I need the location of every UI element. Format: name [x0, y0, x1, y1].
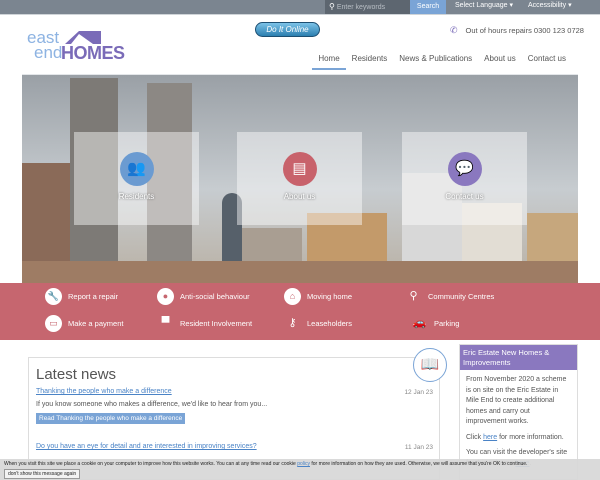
- quick-link-parking[interactable]: 🚗 Parking: [411, 315, 460, 332]
- top-bar: ⚲ Enter keywords Search Select Language ▾…: [0, 0, 600, 15]
- cookie-banner: When you visit this site we place a cook…: [0, 459, 600, 480]
- dismiss-cookie-button[interactable]: don't show this message again: [4, 469, 81, 479]
- out-of-hours-text: Out of hours repairs 0300 123 0728: [465, 26, 584, 35]
- cookie-text: When you visit this site we place a cook…: [4, 461, 298, 467]
- sidebar-text: Click here for more information.: [466, 433, 571, 444]
- card-icon: ▭: [45, 315, 62, 332]
- quick-link-label: Make a payment: [68, 319, 124, 328]
- card-label: Residents: [118, 192, 155, 201]
- chat-bubbles-icon: ▀: [161, 317, 170, 329]
- news-item-link[interactable]: Do you have an eye for detail and are in…: [36, 443, 257, 450]
- quick-link-label: Anti-social behaviour: [180, 292, 250, 301]
- users-icon: 👥: [119, 152, 154, 186]
- quick-link-label: Leaseholders: [307, 319, 353, 328]
- quick-links: 🔧 Report a repair ● Anti-social behaviour …: [0, 283, 600, 340]
- cookie-policy-link[interactable]: policy: [297, 461, 310, 467]
- do-it-online-button[interactable]: Do It Online: [255, 22, 320, 37]
- quick-link-leaseholders[interactable]: ⚷ Leaseholders: [284, 315, 352, 332]
- quick-link-label: Parking: [434, 319, 460, 328]
- search-button[interactable]: Search: [410, 0, 446, 14]
- quick-link-payment[interactable]: ▭ Make a payment: [45, 315, 123, 332]
- quick-link-label: Report a repair: [68, 292, 119, 301]
- out-of-hours: ✆ Out of hours repairs 0300 123 0728: [450, 25, 584, 36]
- car-icon: 🚗: [412, 317, 427, 329]
- news-item-summary: If you know someone who makes a differen…: [36, 401, 268, 408]
- nav-residents[interactable]: Residents: [346, 54, 394, 70]
- quick-link-label: Community Centres: [428, 292, 495, 301]
- roof-icon: [65, 31, 101, 44]
- speech-icon: ●: [157, 288, 174, 305]
- cookie-text: for more information on how they are use…: [310, 461, 528, 467]
- chat-icon: 💬: [447, 152, 482, 186]
- sidebar-text: From November 2020 a scheme is on site o…: [466, 376, 567, 425]
- document-icon: ▤: [282, 152, 317, 186]
- key-icon: ⚷: [288, 317, 297, 329]
- logo-end: end: [34, 43, 63, 62]
- quick-link-community-centres[interactable]: ⚲ Community Centres: [405, 288, 494, 305]
- book-icon: 📖: [413, 348, 447, 382]
- news-item-link[interactable]: Thanking the people who make a differenc…: [36, 388, 172, 395]
- quick-link-label: Resident Involvement: [180, 319, 253, 328]
- main-nav: Home Residents News & Publications About…: [312, 54, 572, 70]
- quick-link-moving-home[interactable]: ⌂ Moving home: [284, 288, 352, 305]
- quick-link-involvement[interactable]: ▀ Resident Involvement: [157, 315, 253, 332]
- map-pin-icon: ⚲: [409, 290, 418, 302]
- hero-card-contact[interactable]: 💬 Contact us: [402, 132, 527, 225]
- accessibility-menu[interactable]: Accessibility ▾: [528, 0, 572, 12]
- here-link[interactable]: here: [483, 434, 497, 441]
- language-label: Select Language: [455, 2, 508, 9]
- nav-about[interactable]: About us: [478, 54, 522, 70]
- accessibility-label: Accessibility: [528, 2, 567, 9]
- search-input[interactable]: ⚲ Enter keywords: [325, 0, 410, 14]
- news-item-date: 11 Jan 23: [404, 444, 433, 451]
- text: Click: [466, 433, 484, 441]
- search-icon: ⚲: [329, 2, 335, 11]
- phone-icon: ✆: [450, 25, 458, 35]
- nav-contact[interactable]: Contact us: [522, 54, 572, 70]
- logo-homes: HOMES: [61, 43, 125, 63]
- news-title: Latest news: [36, 366, 117, 383]
- nav-news[interactable]: News & Publications: [393, 54, 478, 70]
- hero-card-residents[interactable]: 👥 Residents: [74, 132, 199, 225]
- card-label: About us: [283, 192, 316, 201]
- card-label: Contact us: [445, 192, 484, 201]
- read-more-button[interactable]: Read Thanking the people who make a diff…: [36, 413, 186, 424]
- text: for more information.: [497, 433, 564, 441]
- logo[interactable]: east end HOMES: [27, 29, 137, 65]
- hero-image: 👥 Residents ▤ About us 💬 Contact us: [22, 75, 578, 283]
- quick-link-asb[interactable]: ● Anti-social behaviour: [157, 288, 250, 305]
- nav-home[interactable]: Home: [312, 54, 346, 70]
- sidebar-heading[interactable]: Eric Estate New Homes & Improvements: [460, 345, 577, 370]
- home-icon: ⌂: [284, 288, 301, 305]
- wrench-icon: 🔧: [45, 288, 62, 305]
- news-item-date: 12 Jan 23: [404, 389, 433, 396]
- quick-link-report-repair[interactable]: 🔧 Report a repair: [45, 288, 118, 305]
- hero-card-about[interactable]: ▤ About us: [237, 132, 362, 225]
- quick-link-label: Moving home: [307, 292, 353, 301]
- search-placeholder: Enter keywords: [336, 4, 386, 11]
- language-select[interactable]: Select Language ▾: [455, 0, 513, 12]
